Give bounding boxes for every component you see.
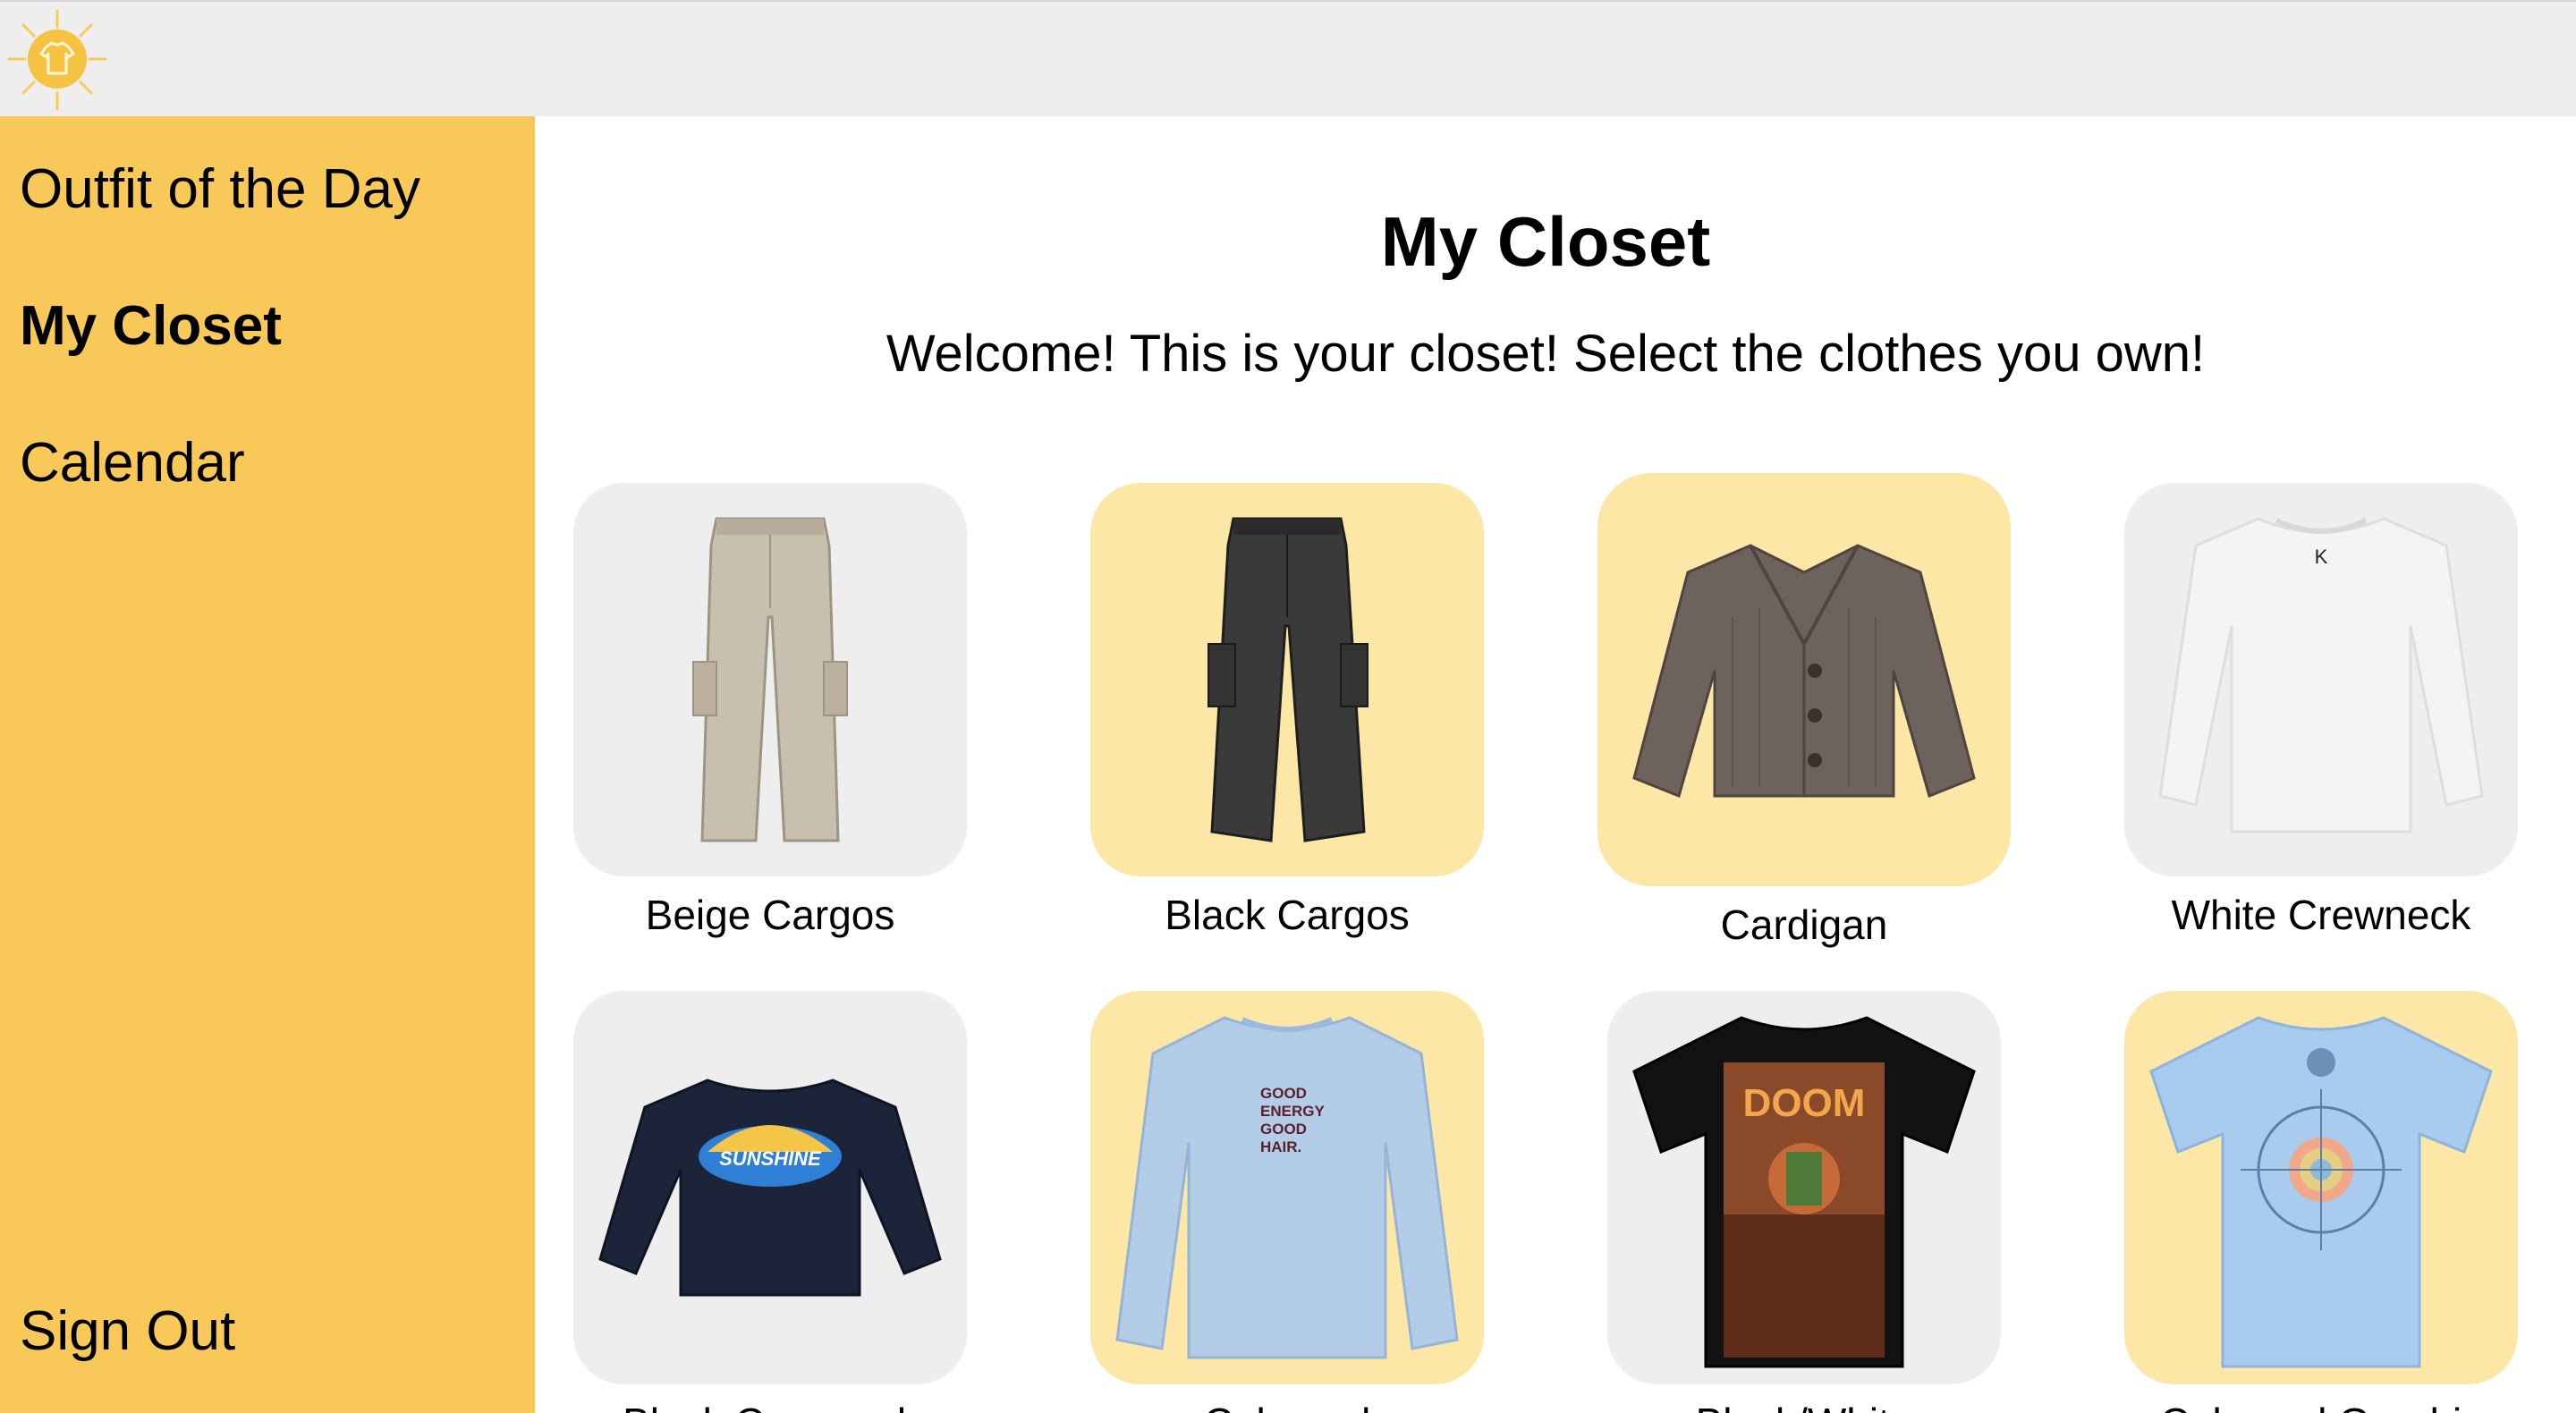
closet-item-label: Black/White xyxy=(1607,1399,2001,1413)
svg-text:DOOM: DOOM xyxy=(1743,1081,1866,1125)
item-tile[interactable]: K xyxy=(2124,483,2518,876)
beige-cargo-pants-icon xyxy=(692,517,848,842)
page-subtitle: Welcome! This is your closet! Select the… xyxy=(886,325,2206,383)
closet-item-label: Coloured xyxy=(1090,1399,1484,1413)
closet-item-beige-cargos[interactable]: Beige Cargos xyxy=(573,483,967,939)
item-tile[interactable] xyxy=(1090,483,1484,876)
svg-text:K: K xyxy=(2315,546,2328,568)
closet-item-coloured[interactable]: GOOD ENERGY GOOD HAIR. Coloured xyxy=(1090,991,1484,1413)
white-crewneck-icon: K xyxy=(2158,517,2484,833)
closet-item-black-crewneck[interactable]: SUNSHINE Black Crewneck xyxy=(573,991,967,1413)
sign-out-link[interactable]: Sign Out xyxy=(20,1299,235,1363)
closet-item-label: Cardigan xyxy=(1720,901,1888,948)
closet-item-white-crewneck[interactable]: K White Crewneck xyxy=(2124,483,2518,939)
svg-text:SUNSHINE: SUNSHINE xyxy=(719,1147,822,1170)
closet-item-label: Coloured Graphic xyxy=(2124,1399,2518,1413)
closet-item-label: White Crewneck xyxy=(2171,892,2471,938)
blue-graphic-tee-icon xyxy=(2149,1016,2493,1368)
closet-item-coloured-graphic[interactable]: Coloured Graphic xyxy=(2124,991,2518,1413)
blue-crewneck-icon: GOOD ENERGY GOOD HAIR. xyxy=(1115,1016,1459,1359)
sidebar-item-outfit-of-the-day[interactable]: Outfit of the Day xyxy=(20,157,420,221)
sidebar-item-my-closet[interactable]: My Closet xyxy=(20,294,282,358)
item-tile[interactable] xyxy=(2124,991,2518,1384)
page-title: My Closet xyxy=(1380,202,1711,281)
sun-shirt-logo-icon[interactable] xyxy=(0,2,116,118)
svg-text:ENERGY: ENERGY xyxy=(1260,1103,1325,1120)
item-tile[interactable] xyxy=(1597,473,2011,886)
sidebar-item-calendar[interactable]: Calendar xyxy=(20,431,245,495)
closet-item-label: Black Cargos xyxy=(1165,892,1410,938)
svg-text:HAIR.: HAIR. xyxy=(1260,1138,1301,1155)
black-cargo-pants-icon xyxy=(1208,517,1368,842)
black-crewneck-icon: SUNSHINE xyxy=(598,1079,942,1297)
item-tile[interactable] xyxy=(573,483,967,876)
closet-item-label: Beige Cargos xyxy=(645,892,895,938)
closet-item-black-cargos[interactable]: Black Cargos xyxy=(1090,483,1484,939)
brown-cardigan-icon xyxy=(1632,544,1976,799)
top-bar xyxy=(0,0,2576,116)
black-graphic-tee-icon: DOOM xyxy=(1632,1016,1976,1368)
sidebar: Outfit of the Day My Closet Calendar Sig… xyxy=(0,116,535,1413)
svg-text:GOOD: GOOD xyxy=(1260,1085,1307,1102)
closet-item-label: Black Crewneck xyxy=(573,1399,967,1413)
closet-item-cardigan[interactable]: Cardigan xyxy=(1597,473,2011,949)
svg-text:GOOD: GOOD xyxy=(1260,1121,1307,1138)
item-tile[interactable]: DOOM xyxy=(1607,991,2001,1384)
item-tile[interactable]: SUNSHINE xyxy=(573,991,967,1384)
main-content: My Closet Welcome! This is your closet! … xyxy=(535,116,2576,1413)
item-tile[interactable]: GOOD ENERGY GOOD HAIR. xyxy=(1090,991,1484,1384)
closet-item-black-white[interactable]: DOOM Black/White xyxy=(1607,991,2001,1413)
